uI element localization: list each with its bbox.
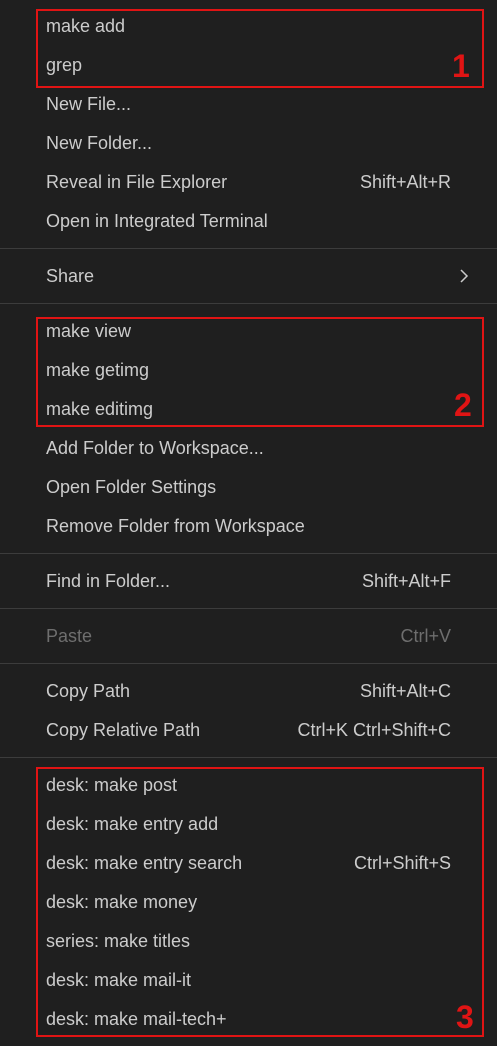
- menu-item-label: desk: make mail-it: [46, 970, 192, 990]
- menu-item-copy-relative-path[interactable]: Copy Relative Path Ctrl+K Ctrl+Shift+C: [0, 711, 497, 750]
- menu-item-label: make getimg: [46, 360, 150, 380]
- menu-item-label: make view: [46, 321, 132, 341]
- menu-item-label: desk: make entry add: [46, 814, 219, 834]
- menu-separator: [0, 757, 497, 758]
- menu-item-label: Add Folder to Workspace...: [46, 438, 264, 458]
- menu-item-grep[interactable]: grep: [0, 46, 497, 85]
- menu-item-shortcut: Shift+Alt+F: [361, 571, 451, 591]
- menu-item-new-file[interactable]: New File...: [0, 85, 497, 124]
- menu-separator: [0, 553, 497, 554]
- menu-item-label: New File...: [46, 94, 132, 114]
- menu-item-paste: Paste Ctrl+V: [0, 617, 497, 656]
- menu-item-label: make add: [46, 16, 126, 36]
- menu-item-desk-make-mail-it[interactable]: desk: make mail-it: [0, 961, 497, 1000]
- menu-item-make-getimg[interactable]: make getimg: [0, 351, 497, 390]
- menu-item-open-in-integrated-terminal[interactable]: Open in Integrated Terminal: [0, 202, 497, 241]
- context-menu: make add grep New File... New Folder... …: [0, 0, 497, 1046]
- menu-item-label: Copy Path: [46, 681, 131, 701]
- menu-item-desk-make-entry-add[interactable]: desk: make entry add: [0, 805, 497, 844]
- menu-item-label: Reveal in File Explorer: [46, 172, 228, 192]
- menu-item-open-folder-settings[interactable]: Open Folder Settings: [0, 468, 497, 507]
- menu-item-make-add[interactable]: make add: [0, 7, 497, 46]
- menu-item-label: Remove Folder from Workspace: [46, 516, 305, 536]
- menu-item-label: New Folder...: [46, 133, 153, 153]
- menu-item-label: Open Folder Settings: [46, 477, 217, 497]
- menu-item-label: Paste: [46, 626, 93, 646]
- menu-item-make-view[interactable]: make view: [0, 312, 497, 351]
- menu-item-desk-make-post[interactable]: desk: make post: [0, 766, 497, 805]
- menu-separator: [0, 663, 497, 664]
- menu-separator: [0, 303, 497, 304]
- menu-item-desk-make-mail-tech-plus[interactable]: desk: make mail-tech+: [0, 1000, 497, 1039]
- menu-item-label: grep: [46, 55, 83, 75]
- menu-item-label: desk: make mail-tech+: [46, 1009, 227, 1029]
- menu-separator: [0, 608, 497, 609]
- menu-item-shortcut: Ctrl+Shift+S: [353, 853, 451, 873]
- menu-item-shortcut: Shift+Alt+C: [359, 681, 451, 701]
- menu-item-share[interactable]: Share: [0, 257, 497, 296]
- menu-item-make-editimg[interactable]: make editimg: [0, 390, 497, 429]
- menu-item-remove-folder-from-workspace[interactable]: Remove Folder from Workspace: [0, 507, 497, 546]
- menu-item-desk-make-entry-search[interactable]: desk: make entry search Ctrl+Shift+S: [0, 844, 497, 883]
- menu-item-series-make-titles[interactable]: series: make titles: [0, 922, 497, 961]
- menu-item-shortcut: Ctrl+K Ctrl+Shift+C: [297, 720, 451, 740]
- menu-item-copy-path[interactable]: Copy Path Shift+Alt+C: [0, 672, 497, 711]
- menu-separator: [0, 248, 497, 249]
- menu-item-new-folder[interactable]: New Folder...: [0, 124, 497, 163]
- menu-item-label: series: make titles: [46, 931, 191, 951]
- menu-item-shortcut: Shift+Alt+R: [359, 172, 451, 192]
- menu-item-reveal-in-file-explorer[interactable]: Reveal in File Explorer Shift+Alt+R: [0, 163, 497, 202]
- menu-item-label: Find in Folder...: [46, 571, 171, 591]
- menu-item-label: Open in Integrated Terminal: [46, 211, 268, 231]
- menu-item-label: Copy Relative Path: [46, 720, 201, 740]
- menu-item-label: desk: make entry search: [46, 853, 243, 873]
- menu-item-label: make editimg: [46, 399, 154, 419]
- menu-item-label: desk: make money: [46, 892, 198, 912]
- menu-item-find-in-folder[interactable]: Find in Folder... Shift+Alt+F: [0, 562, 497, 601]
- menu-item-label: desk: make post: [46, 775, 178, 795]
- menu-item-desk-make-money[interactable]: desk: make money: [0, 883, 497, 922]
- menu-item-label: Share: [46, 266, 95, 286]
- chevron-right-icon: [460, 269, 469, 283]
- menu-item-shortcut: Ctrl+V: [400, 626, 451, 646]
- menu-item-add-folder-to-workspace[interactable]: Add Folder to Workspace...: [0, 429, 497, 468]
